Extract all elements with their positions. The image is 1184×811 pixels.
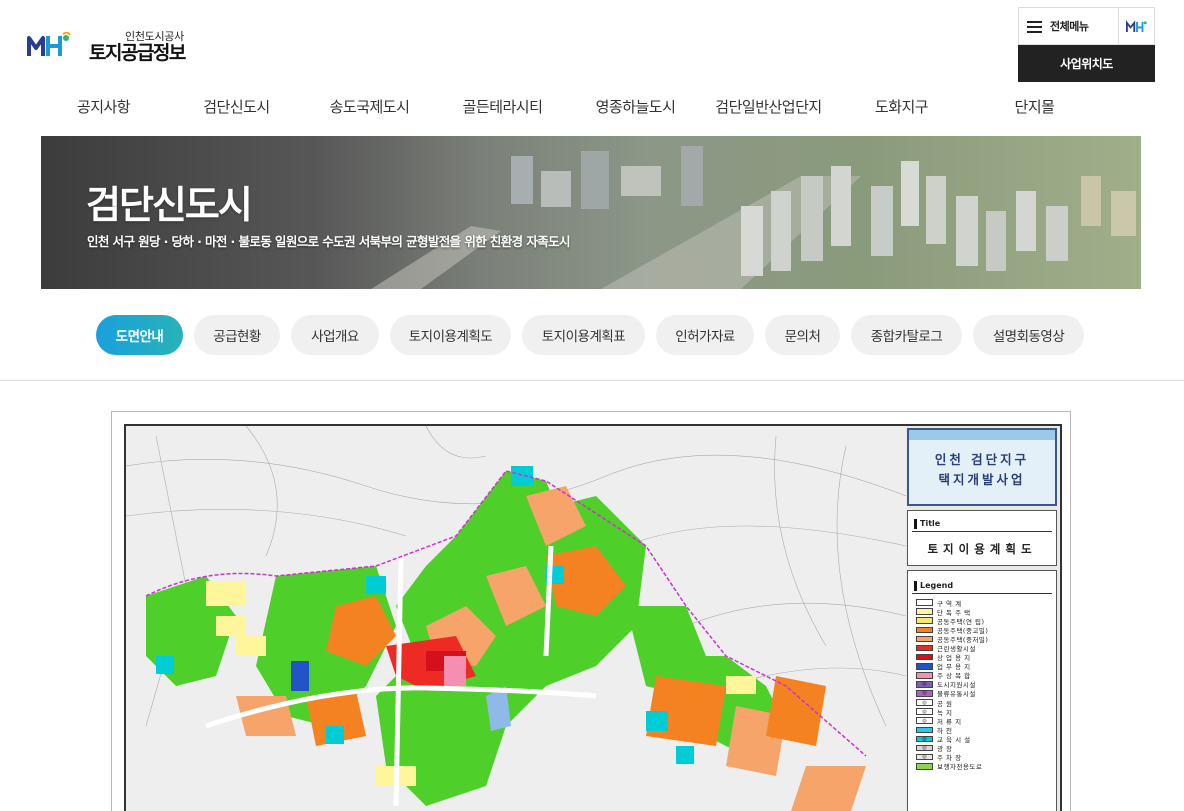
legend-swatch: ◎ bbox=[916, 690, 933, 697]
project-location-button[interactable]: 사업위치도 bbox=[1018, 45, 1155, 82]
tab-permit-documents[interactable]: 인허가자료 bbox=[656, 315, 754, 355]
map-legend-box: Legend 구 역 계단 독 주 택 공동주택(연 립) 공동주택(중고밀) 공동주… bbox=[907, 570, 1057, 811]
ih-logo[interactable]: 인천도시공사 토지공급정보 bbox=[27, 24, 197, 64]
tab-contact[interactable]: 문의처 bbox=[765, 315, 840, 355]
legend-swatch: ◎ bbox=[916, 708, 933, 715]
tab-briefing-video[interactable]: 설명회동영상 bbox=[973, 315, 1084, 355]
legend-swatch bbox=[916, 617, 933, 625]
legend-swatch bbox=[916, 762, 933, 770]
hero-banner: 검단신도시 인천 서구 원당 · 당하 · 마전 · 불로동 일원으로 수도권 … bbox=[41, 136, 1141, 289]
tab-supply-status[interactable]: 공급현황 bbox=[194, 315, 280, 355]
legend-swatch bbox=[916, 635, 933, 643]
section-tabs: 도면안내 공급현황 사업개요 토지이용계획도 토지이용계획표 인허가자료 문의처… bbox=[96, 315, 1095, 355]
hamburger-icon bbox=[1027, 20, 1042, 33]
legend-swatch bbox=[916, 672, 933, 679]
land-use-plan-drawing bbox=[126, 426, 907, 811]
legend-swatch: ◎ bbox=[916, 717, 933, 725]
legend-list: 구 역 계단 독 주 택 공동주택(연 립) 공동주택(중고밀) 공동주택(중저밀) 근… bbox=[908, 598, 1056, 771]
legend-label: 보행자전용도로 bbox=[937, 763, 983, 772]
legend-swatch bbox=[916, 599, 933, 606]
title-heading: Title bbox=[914, 519, 1056, 529]
nav-item-complex-mall[interactable]: 단지몰 bbox=[968, 90, 1101, 124]
ih-mini-logo-icon[interactable] bbox=[1119, 7, 1155, 45]
map-info-panel: 인천 검단지구 택지개발사업 Title 토지이용계획도 Legend 구 역 … bbox=[907, 428, 1057, 811]
legend-swatch bbox=[916, 608, 933, 615]
legend-heading: Legend bbox=[914, 581, 1056, 591]
legend-swatch: ◎ bbox=[916, 753, 933, 761]
legend-swatch bbox=[916, 726, 933, 734]
map-project-name-box: 인천 검단지구 택지개발사업 bbox=[907, 428, 1057, 506]
map-title-value: 토지이용계획도 bbox=[927, 542, 1037, 556]
full-menu-button[interactable]: 전체메뉴 bbox=[1018, 7, 1119, 45]
legend-swatch bbox=[916, 644, 933, 652]
header-utility: 전체메뉴 사업위치도 bbox=[1018, 7, 1155, 82]
nav-item-geomdan-industrial[interactable]: 검단일반산업단지 bbox=[702, 90, 835, 124]
legend-swatch: ◎ bbox=[916, 699, 933, 706]
tab-project-overview[interactable]: 사업개요 bbox=[291, 315, 379, 355]
full-menu-label: 전체메뉴 bbox=[1050, 20, 1089, 33]
map-title-box: Title 토지이용계획도 bbox=[907, 510, 1057, 566]
logo-site-title: 토지공급정보 bbox=[89, 42, 186, 64]
legend-swatch bbox=[916, 662, 933, 670]
nav-item-yeongjong[interactable]: 영종하늘도시 bbox=[569, 90, 702, 124]
tab-catalog[interactable]: 종합카탈로그 bbox=[851, 315, 962, 355]
ih-logo-icon bbox=[27, 32, 71, 56]
nav-item-songdo[interactable]: 송도국제도시 bbox=[303, 90, 436, 124]
hero-title: 검단신도시 bbox=[86, 183, 253, 227]
legend-swatch: ◎ bbox=[916, 681, 933, 688]
nav-item-golden-terra[interactable]: 골든테라시티 bbox=[436, 90, 569, 124]
nav-item-geomdan[interactable]: 검단신도시 bbox=[170, 90, 303, 124]
tab-land-use-plan-table[interactable]: 토지이용계획표 bbox=[522, 315, 645, 355]
tab-land-use-plan-map[interactable]: 토지이용계획도 bbox=[390, 315, 511, 355]
legend-swatch: ◎ bbox=[916, 744, 933, 752]
nav-item-notice[interactable]: 공지사항 bbox=[37, 90, 170, 124]
legend-swatch bbox=[916, 653, 933, 661]
main-navigation: 공지사항 검단신도시 송도국제도시 골든테라시티 영종하늘도시 검단일반산업단지… bbox=[37, 90, 1147, 124]
legend-item: 보행자전용도로 bbox=[916, 762, 1056, 771]
project-name-line2: 택지개발사업 bbox=[938, 472, 1026, 487]
legend-swatch: ◎ bbox=[916, 735, 933, 743]
land-use-map: 인천 검단지구 택지개발사업 Title 토지이용계획도 Legend 구 역 … bbox=[111, 411, 1071, 811]
project-name-line1: 인천 검단지구 bbox=[934, 452, 1030, 467]
legend-swatch bbox=[916, 626, 933, 634]
hero-subtitle: 인천 서구 원당 · 당하 · 마전 · 불로동 일원으로 수도권 서북부의 균… bbox=[87, 234, 571, 249]
nav-item-dohwa[interactable]: 도화지구 bbox=[835, 90, 968, 124]
section-divider bbox=[0, 380, 1184, 381]
tab-drawing-guide[interactable]: 도면안내 bbox=[96, 315, 183, 355]
